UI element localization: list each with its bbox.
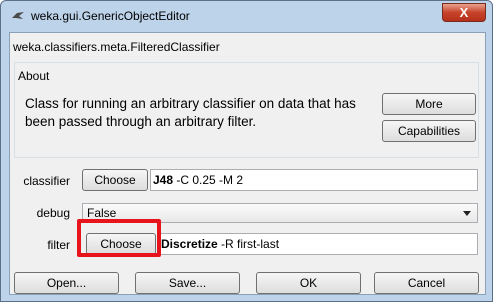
about-description: Class for running an arbitrary classifie… — [25, 96, 356, 129]
save-button[interactable]: Save... — [135, 272, 240, 294]
classifier-value-name: J48 — [153, 173, 174, 187]
filter-value-name: Discretize — [161, 237, 218, 251]
debug-label: debug — [36, 206, 70, 220]
debug-value: False — [87, 206, 117, 220]
classifier-value-field[interactable]: J48 -C 0.25 -M 2 — [150, 169, 478, 191]
capabilities-button[interactable]: Capabilities — [382, 120, 476, 142]
filter-value-field[interactable]: Discretize -R first-last — [158, 233, 478, 255]
weka-bird-icon — [12, 12, 24, 19]
chevron-down-icon — [463, 211, 471, 216]
cancel-button[interactable]: Cancel — [374, 272, 479, 294]
editor-window: weka.gui.GenericObjectEditor X weka.clas… — [0, 0, 493, 302]
open-button[interactable]: Open... — [14, 272, 119, 294]
about-heading: About — [18, 69, 50, 83]
close-button[interactable]: X — [442, 3, 486, 22]
more-button[interactable]: More — [382, 93, 476, 115]
window-title: weka.gui.GenericObjectEditor — [31, 9, 190, 23]
close-icon: X — [459, 5, 469, 20]
title-bar[interactable]: weka.gui.GenericObjectEditor X — [1, 1, 492, 31]
filter-choose-highlight — [77, 219, 161, 257]
ok-button[interactable]: OK — [256, 272, 361, 294]
classifier-value-options: -C 0.25 -M 2 — [173, 173, 244, 187]
classifier-label: classifier — [23, 174, 70, 188]
filter-value-options: -R first-last — [217, 237, 280, 251]
filter-label: filter — [47, 238, 70, 252]
class-name-label: weka.classifiers.meta.FilteredClassifier — [13, 40, 220, 54]
classifier-choose-button[interactable]: Choose — [82, 169, 148, 191]
